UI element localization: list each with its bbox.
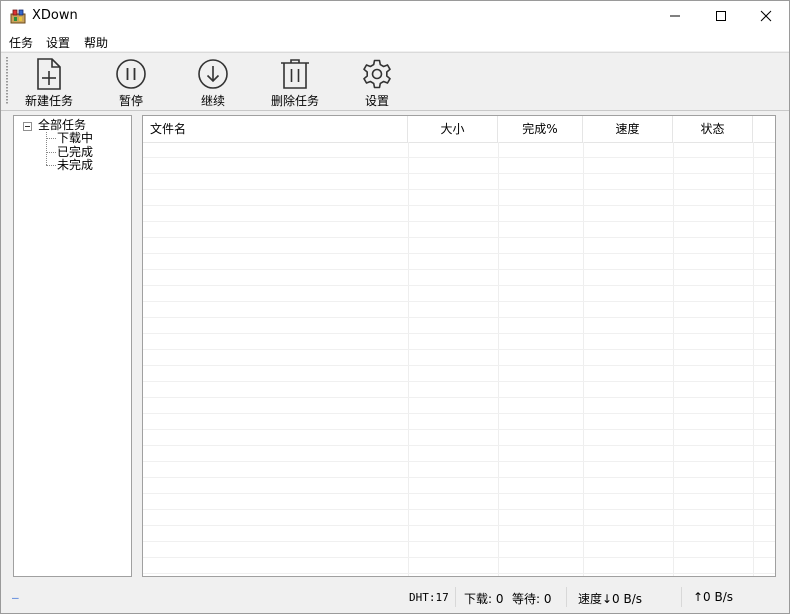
- resume-button[interactable]: 继续: [178, 55, 248, 109]
- empty-row: [143, 174, 775, 190]
- new-task-button[interactable]: 新建任务: [14, 55, 84, 109]
- empty-row: [143, 542, 775, 558]
- status-separator: [681, 587, 682, 607]
- gear-icon: [363, 59, 391, 89]
- tree-item-downloading[interactable]: 下载中: [57, 132, 93, 145]
- delete-task-button[interactable]: 删除任务: [260, 55, 330, 109]
- main-window: XDown 任务 设置 帮助 新建任务 暂停 继续 删除任务 设置 全部任务 下…: [0, 0, 790, 614]
- empty-row: [143, 254, 775, 270]
- empty-row: [143, 350, 775, 366]
- empty-row: [143, 478, 775, 494]
- tree-collapse-toggle[interactable]: [23, 122, 32, 131]
- window-title: XDown: [32, 8, 78, 23]
- empty-row: [143, 414, 775, 430]
- empty-row: [143, 382, 775, 398]
- category-tree: 全部任务 下载中 已完成 未完成: [13, 115, 132, 577]
- empty-row: [143, 222, 775, 238]
- status-bar: – DHT:17 下载: 0 等待: 0 速度↓0 B/s ↑0 B/s: [1, 581, 789, 613]
- empty-row: [143, 430, 775, 446]
- maximize-icon: [716, 11, 726, 21]
- column-header-speed[interactable]: 速度: [583, 116, 673, 142]
- download-arrow-circle-icon: [198, 59, 228, 89]
- empty-row: [143, 398, 775, 414]
- minimize-button[interactable]: [652, 1, 698, 31]
- status-download-speed: 速度↓0 B/s: [578, 592, 643, 606]
- menu-task[interactable]: 任务: [9, 34, 33, 51]
- status-indicator: –: [12, 591, 19, 604]
- toolbar-grip[interactable]: [6, 57, 8, 105]
- resume-label: 继续: [200, 94, 225, 108]
- empty-row: [143, 526, 775, 542]
- close-button[interactable]: [743, 1, 789, 31]
- pause-label: 暂停: [118, 94, 143, 108]
- new-file-plus-icon: [37, 58, 61, 90]
- empty-row: [143, 190, 775, 206]
- status-downloading-count: 下载: 0: [464, 592, 504, 606]
- pause-circle-icon: [116, 59, 146, 89]
- empty-row: [143, 142, 775, 158]
- trash-icon: [281, 59, 309, 89]
- status-dht: DHT:17: [409, 591, 449, 604]
- column-header-size[interactable]: 大小: [408, 116, 498, 142]
- empty-row: [143, 206, 775, 222]
- empty-row: [143, 510, 775, 526]
- empty-row: [143, 558, 775, 574]
- delete-task-label: 删除任务: [270, 94, 319, 108]
- minimize-icon: [670, 15, 680, 17]
- empty-row: [143, 366, 775, 382]
- empty-row: [143, 302, 775, 318]
- tree-connector: [46, 152, 56, 153]
- title-bar[interactable]: XDown: [1, 1, 789, 31]
- status-upload-speed: ↑0 B/s: [693, 590, 734, 604]
- task-list-header: 文件名 大小 完成% 速度 状态: [143, 116, 775, 143]
- close-icon: [760, 10, 772, 22]
- task-list[interactable]: 文件名 大小 完成% 速度 状态: [142, 115, 776, 577]
- empty-row: [143, 286, 775, 302]
- app-logo-icon: [10, 8, 26, 24]
- column-header-progress[interactable]: 完成%: [498, 116, 583, 142]
- empty-row: [143, 158, 775, 174]
- settings-button[interactable]: 设置: [342, 55, 412, 109]
- menu-settings[interactable]: 设置: [46, 34, 70, 51]
- empty-row: [143, 318, 775, 334]
- tree-item-incomplete[interactable]: 未完成: [57, 159, 93, 172]
- tree-connector: [46, 138, 56, 139]
- empty-row: [143, 494, 775, 510]
- settings-label: 设置: [364, 94, 389, 108]
- column-header-filename[interactable]: 文件名: [143, 116, 408, 142]
- toolbar: 新建任务 暂停 继续 删除任务 设置: [1, 52, 789, 111]
- new-task-label: 新建任务: [24, 94, 73, 108]
- pause-button[interactable]: 暂停: [96, 55, 166, 109]
- empty-row: [143, 334, 775, 350]
- column-header-status[interactable]: 状态: [673, 116, 753, 142]
- empty-row: [143, 238, 775, 254]
- empty-row: [143, 270, 775, 286]
- maximize-button[interactable]: [698, 1, 744, 31]
- empty-row: [143, 446, 775, 462]
- status-waiting-count: 等待: 0: [512, 592, 552, 606]
- tree-connector: [46, 165, 56, 166]
- menu-bar: 任务 设置 帮助: [1, 31, 789, 51]
- menu-help[interactable]: 帮助: [84, 34, 108, 51]
- status-separator: [455, 587, 456, 607]
- empty-row: [143, 462, 775, 478]
- status-separator: [566, 587, 567, 607]
- tree-connector: [46, 132, 47, 165]
